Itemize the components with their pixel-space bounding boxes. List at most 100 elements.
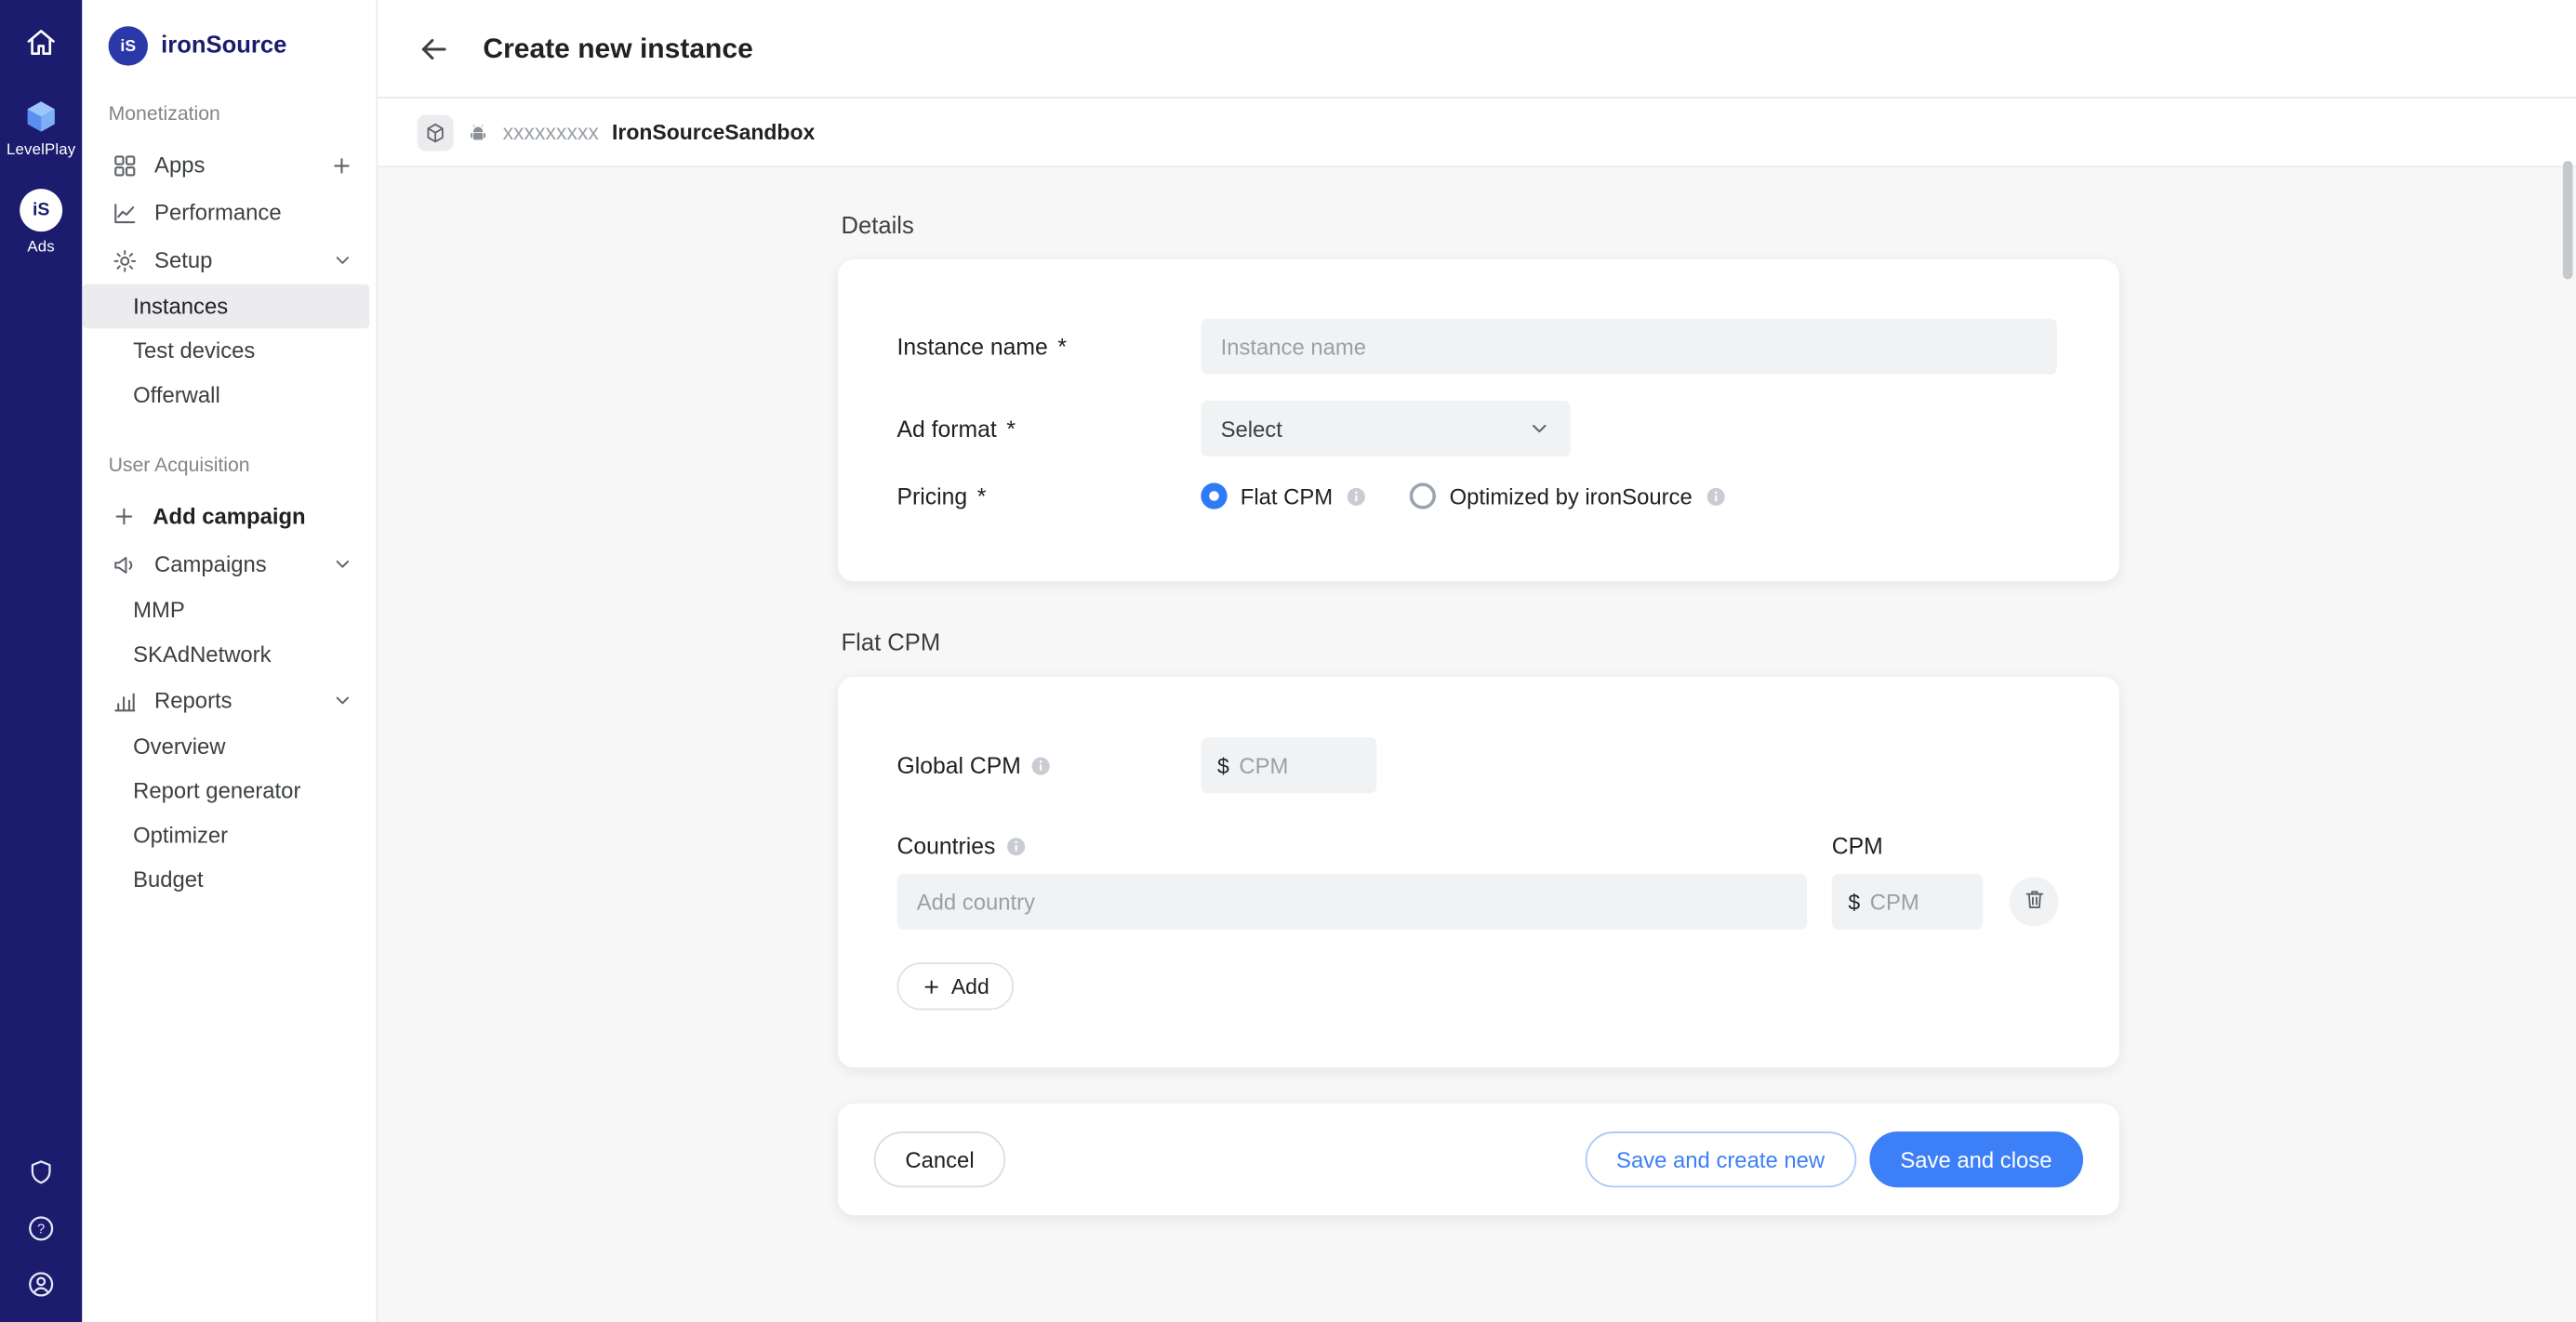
rail-item-levelplay[interactable]: LevelPlay [7, 99, 75, 159]
info-icon[interactable] [1706, 485, 1727, 507]
brand[interactable]: iS ironSource [82, 26, 376, 65]
sidebar-item-instances[interactable]: Instances [82, 284, 369, 329]
rail-item-ads[interactable]: iS Ads [20, 189, 62, 256]
flat-cpm-card: Global CPM $ Countries [838, 677, 2119, 1067]
sidebar-item-optimizer[interactable]: Optimizer [82, 813, 369, 857]
sidebar-item-test-devices[interactable]: Test devices [82, 328, 369, 373]
sidebar-item-add-campaign[interactable]: Add campaign [82, 493, 369, 540]
form-column: Details Instance name* Ad format* Se [838, 214, 2119, 1216]
country-cpm-row: $ [897, 874, 2061, 930]
megaphone-icon [112, 551, 138, 577]
instance-name-input[interactable] [1201, 319, 2056, 375]
sub-item-label: Budget [133, 867, 204, 892]
sidebar-item-mmp[interactable]: MMP [82, 588, 369, 632]
countries-label: Countries [897, 833, 1832, 859]
sub-item-label: Report generator [133, 778, 300, 802]
home-icon [24, 26, 57, 59]
global-cpm-field: $ [1201, 737, 1376, 793]
info-icon[interactable] [1005, 835, 1027, 856]
screen: LevelPlay iS Ads ? [0, 0, 2576, 1322]
flat-cpm-radio[interactable] [1201, 483, 1227, 509]
global-cpm-input[interactable] [1239, 753, 1329, 777]
add-country-input[interactable] [897, 874, 1808, 930]
save-and-create-new-button[interactable]: Save and create new [1585, 1131, 1855, 1187]
sub-item-label: SKAdNetwork [133, 642, 271, 667]
required-mark: * [1057, 334, 1067, 360]
required-mark: * [1006, 416, 1016, 442]
plus-icon [922, 976, 941, 996]
pricing-option-flat-cpm: Flat CPM [1201, 483, 1367, 509]
sub-item-label: Test devices [133, 338, 255, 363]
ads-logo-icon: iS [20, 189, 62, 231]
rail-item-home[interactable] [24, 26, 57, 59]
sub-item-label: Optimizer [133, 823, 228, 847]
optimized-radio-label: Optimized by ironSource [1450, 483, 1693, 508]
details-card: Instance name* Ad format* Select [838, 259, 2119, 581]
cancel-button[interactable]: Cancel [874, 1131, 1005, 1187]
delete-country-row-button[interactable] [2010, 877, 2059, 926]
nav-rail: LevelPlay iS Ads ? [0, 0, 82, 1322]
app-window: LevelPlay iS Ads ? [0, 0, 2576, 1322]
account-icon[interactable] [26, 1270, 56, 1300]
ironsource-logo-icon: iS [109, 26, 148, 65]
main-area: Create new instance xxxxxxxxx IronSource… [378, 0, 2576, 1322]
back-button[interactable] [418, 32, 450, 64]
bar-chart-icon [112, 687, 138, 713]
chevron-down-icon [1528, 417, 1551, 441]
required-mark: * [977, 483, 987, 509]
pricing-label: Pricing* [897, 483, 1202, 509]
app-id: xxxxxxxxx [503, 120, 599, 144]
sidebar-item-apps[interactable]: Apps [82, 141, 369, 189]
gear-icon [112, 247, 138, 273]
chevron-down-icon [332, 553, 353, 575]
sidebar-item-performance[interactable]: Performance [82, 189, 369, 236]
details-section-title: Details [838, 214, 2119, 240]
sidebar-item-label: Campaigns [154, 552, 267, 576]
add-button-label: Add [951, 974, 989, 998]
add-app-icon[interactable] [330, 153, 353, 177]
page-header: Create new instance [378, 0, 2576, 99]
sub-item-label: Offerwall [133, 383, 220, 407]
instance-name-label: Instance name* [897, 334, 1202, 360]
sidebar-item-skadnetwork[interactable]: SKAdNetwork [82, 632, 369, 677]
country-cpm-input[interactable] [1870, 890, 1960, 914]
scrollbar[interactable] [2563, 161, 2573, 279]
section-label-monetization: Monetization [82, 102, 376, 126]
currency-symbol: $ [1848, 890, 1860, 914]
info-icon[interactable] [1030, 755, 1052, 776]
svg-text:?: ? [37, 1223, 45, 1237]
ad-format-row: Ad format* Select [897, 401, 2057, 456]
plus-icon [112, 504, 136, 528]
app-cube-icon [418, 114, 454, 151]
pricing-radio-group: Flat CPM Optimized by ironSource [1201, 483, 1726, 509]
levelplay-label: LevelPlay [7, 141, 75, 159]
optimized-radio[interactable] [1410, 483, 1436, 509]
app-context-bar: xxxxxxxxx IronSourceSandbox [378, 99, 2576, 167]
instance-name-row: Instance name* [897, 319, 2057, 375]
global-cpm-label: Global CPM [897, 752, 1202, 778]
sidebar-item-budget[interactable]: Budget [82, 857, 369, 902]
sidebar-item-label: Apps [154, 152, 205, 177]
help-icon[interactable]: ? [26, 1214, 56, 1244]
save-and-close-button[interactable]: Save and close [1869, 1131, 2083, 1187]
sidebar: iS ironSource Monetization Apps Per [82, 0, 378, 1322]
flat-cpm-radio-label: Flat CPM [1241, 483, 1333, 508]
shield-icon[interactable] [26, 1157, 56, 1187]
sidebar-item-campaigns[interactable]: Campaigns [82, 540, 369, 588]
apps-grid-icon [112, 152, 138, 178]
sub-item-label: MMP [133, 598, 185, 622]
sub-item-label: Instances [133, 294, 228, 318]
sidebar-item-setup[interactable]: Setup [82, 236, 369, 284]
ad-format-select[interactable]: Select [1201, 401, 1570, 456]
sidebar-item-overview[interactable]: Overview [82, 724, 369, 769]
sidebar-item-report-generator[interactable]: Report generator [82, 769, 369, 813]
countries-header: Countries CPM [897, 833, 2061, 859]
sidebar-item-reports[interactable]: Reports [82, 677, 369, 724]
sidebar-item-offerwall[interactable]: Offerwall [82, 373, 369, 417]
trash-icon [2022, 887, 2046, 917]
currency-symbol: $ [1217, 753, 1229, 777]
add-country-button[interactable]: Add [897, 962, 1015, 1010]
country-cpm-field: $ [1832, 874, 1984, 930]
info-icon[interactable] [1346, 485, 1367, 507]
section-label-user-acquisition: User Acquisition [82, 454, 376, 477]
